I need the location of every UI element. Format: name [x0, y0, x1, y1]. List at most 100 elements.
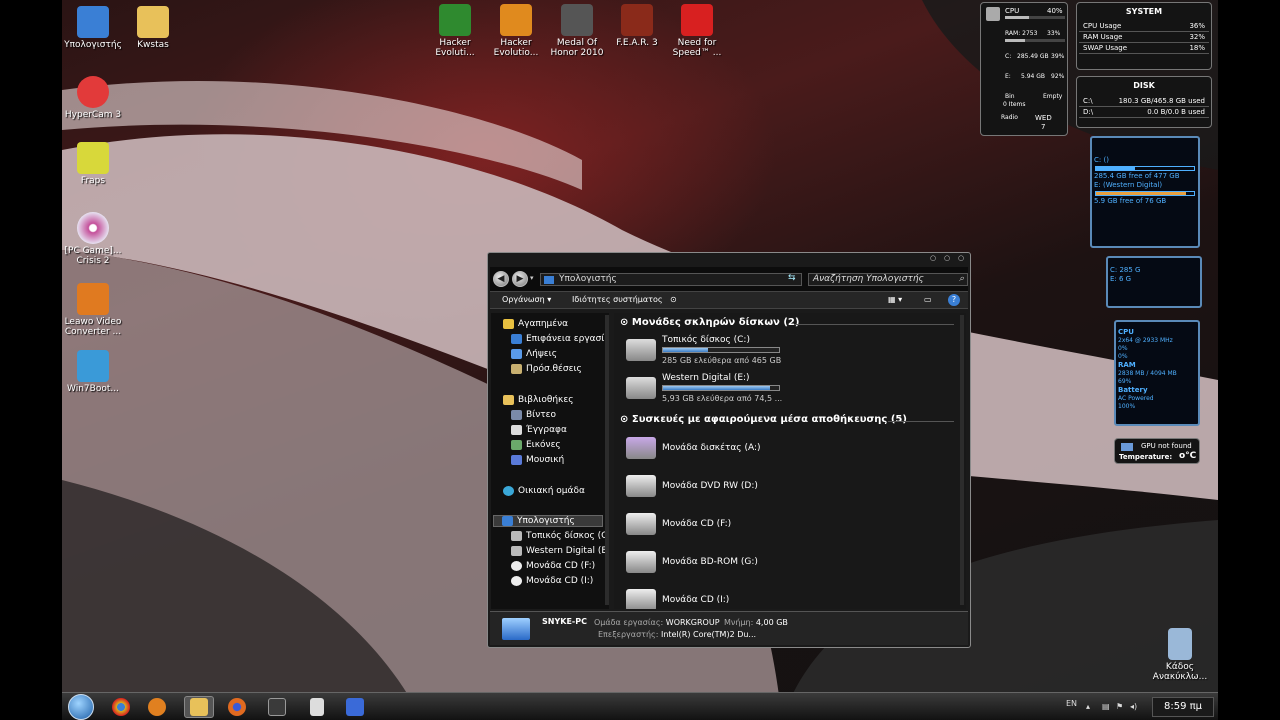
nav-scrollbar[interactable] [605, 315, 609, 605]
nav-documents[interactable]: Έγγραφα [511, 425, 567, 435]
dvd-drive-d[interactable]: Μονάδα DVD RW (D:) [626, 471, 826, 505]
drive-meter-gadget[interactable]: C: () 285.4 GB free of 477 GB E: (Wester… [1090, 136, 1200, 248]
taskbar-nfs[interactable] [262, 696, 292, 718]
content-pane: ⊙ Μονάδες σκληρών δίσκων (2) Τοπικός δίσ… [614, 313, 966, 609]
explorer-window[interactable]: ○ ○ ○ ◀ ▶ ▾ Υπολογιστής ⇆ Αναζήτηση Υπολ… [487, 252, 971, 648]
network-icon[interactable]: ▤ [1102, 702, 1110, 711]
taskbar-cs[interactable] [340, 696, 370, 718]
nav-cd-i[interactable]: Μονάδα CD (I:) [511, 576, 593, 586]
desktop-icon-computer[interactable]: Υπολογιστής [61, 6, 125, 50]
letterbox-left [0, 0, 62, 720]
drive-small-gadget[interactable]: C: 285 G E: 6 G [1106, 256, 1202, 308]
nav-libraries[interactable]: Βιβλιοθήκες [503, 395, 574, 405]
desktop-icon-kwstas[interactable]: Kwstas [121, 6, 185, 50]
view-options-icon[interactable]: ▦ ▾ [888, 295, 902, 304]
system-usage-gadget[interactable]: SYSTEM CPU Usage 36% RAM Usage 32% SWAP Us… [1076, 2, 1212, 70]
content-scrollbar[interactable] [960, 315, 964, 605]
desktop-icon-fear3[interactable]: F.E.A.R. 3 [605, 4, 669, 48]
organize-button[interactable]: Οργάνωση ▾ [502, 295, 551, 304]
taskbar-explorer[interactable] [184, 696, 214, 718]
search-input[interactable]: Αναζήτηση Υπολογιστής ⌕ [808, 273, 968, 286]
desktop-icon [511, 334, 522, 344]
bd-drive-g[interactable]: Μονάδα BD-ROM (G:) [626, 547, 826, 581]
star-icon [503, 319, 514, 329]
nav-local-disk[interactable]: Τοπικός δίσκος (C [511, 531, 607, 541]
minimize-button[interactable]: ○ [928, 254, 938, 262]
forward-button[interactable]: ▶ [512, 271, 528, 287]
address-input[interactable]: Υπολογιστής [540, 273, 802, 286]
drive-e-bar [1095, 191, 1195, 196]
nav-western-digital[interactable]: Western Digital (E [511, 546, 607, 556]
refresh-icon[interactable]: ⇆ [788, 273, 796, 283]
folder-icon [137, 6, 169, 38]
nav-desktop[interactable]: Επιφάνεια εργασί [511, 334, 604, 344]
flag-icon[interactable]: ⚑ [1116, 702, 1123, 711]
clock[interactable]: 8:59 πμ [1152, 697, 1214, 717]
taskbar-firefox[interactable] [222, 696, 252, 718]
drive-c[interactable]: Τοπικός δίσκος (C:) 285 GB ελεύθερα από … [626, 335, 826, 369]
history-dropdown-icon[interactable]: ▾ [530, 274, 534, 282]
sysmeter-gadget[interactable]: CPU 2x64 @ 2933 MHz 0% 0% RAM 2838 MB / … [1114, 320, 1200, 426]
taskbar: EN ▴ ▤ ⚑ ◂) 8:59 πμ [62, 692, 1218, 720]
system-monitor-gadget[interactable]: CPU 40% RAM: 2753 33% C: 285.49 GB 39% E… [980, 2, 1068, 136]
desktop-icon-win7boot[interactable]: Win7Boot... [61, 350, 125, 394]
start-button[interactable] [68, 694, 94, 720]
show-hidden-icons[interactable]: ▴ [1086, 702, 1090, 711]
computer-icon [77, 6, 109, 38]
gpu-temp-gadget[interactable]: GPU not found Temperature: o°C [1114, 438, 1200, 464]
taskbar-media-player[interactable] [142, 696, 172, 718]
drive-e[interactable]: Western Digital (E:) 5,93 GB ελεύθερα απ… [626, 373, 826, 407]
nav-videos[interactable]: Βίντεο [511, 410, 556, 420]
desktop-icon-medal-of-honor[interactable]: Medal Of Honor 2010 [545, 4, 609, 58]
nav-recent[interactable]: Πρόσ.θέσεις [511, 364, 582, 374]
taskbar-document[interactable] [302, 696, 332, 718]
cd-drive-f[interactable]: Μονάδα CD (F:) [626, 509, 826, 543]
document-icon [310, 698, 324, 716]
floppy-drive-a[interactable]: Μονάδα δισκέτας (A:) [626, 433, 826, 467]
hacker-evolution-2-icon [500, 4, 532, 36]
desktop-icon-fraps[interactable]: Fraps [61, 142, 125, 186]
nav-music[interactable]: Μουσική [511, 455, 564, 465]
nav-favorites[interactable]: Αγαπημένα [503, 319, 568, 329]
cd-drive-i[interactable]: Μονάδα CD (I:) [626, 585, 826, 609]
desktop-icon-hacker-evolution-2[interactable]: Hacker Evolutio... [484, 4, 548, 58]
navigation-pane: Αγαπημένα Επιφάνεια εργασί Λήψεις Πρόσ.θ… [491, 313, 609, 609]
nav-homegroup[interactable]: Οικιακή ομάδα [503, 486, 585, 496]
language-indicator[interactable]: EN [1066, 699, 1077, 708]
nav-pictures[interactable]: Εικόνες [511, 440, 561, 450]
cd-drive-icon [626, 513, 656, 535]
disk-d-row: D:\ 0.0 B/0.0 B used [1079, 107, 1209, 118]
desktop-icon-need-for-speed[interactable]: Need for Speed™ ... [665, 4, 729, 58]
group-divider [888, 421, 954, 422]
floppy-drive-icon [626, 437, 656, 459]
search-icon: ⌕ [958, 274, 964, 284]
nav-computer[interactable]: Υπολογιστής [493, 515, 603, 527]
nav-downloads[interactable]: Λήψεις [511, 349, 557, 359]
win7boot-icon [77, 350, 109, 382]
close-button[interactable]: ○ [956, 254, 966, 262]
desktop-icon-leawo[interactable]: Leawo Video Converter ... [61, 283, 125, 337]
back-button[interactable]: ◀ [493, 271, 509, 287]
disk-usage-gadget[interactable]: DISK C:\ 180.3 GB/465.8 GB used D:\ 0.0 B/… [1076, 76, 1212, 128]
desktop-icon-recycle-bin[interactable]: Κάδος Ανακύκλω... [1148, 628, 1212, 682]
hypercam-icon [77, 76, 109, 108]
volume-icon[interactable]: ◂) [1130, 702, 1137, 711]
chrome-icon [112, 698, 130, 716]
system-properties-button[interactable]: Ιδιότητες συστήματος [572, 295, 663, 304]
hard-drive-icon [511, 546, 522, 556]
hdd-group-header[interactable]: ⊙ Μονάδες σκληρών δίσκων (2) [620, 317, 799, 328]
more-commands-icon[interactable]: ⊙ [670, 295, 677, 304]
preview-pane-icon[interactable]: ▭ [924, 295, 932, 304]
desktop-icon-hacker-evolution[interactable]: Hacker Evoluti... [423, 4, 487, 58]
nav-cd-f[interactable]: Μονάδα CD (F:) [511, 561, 595, 571]
removable-group-header[interactable]: ⊙ Συσκευές με αφαιρούμενα μέσα αποθήκευσ… [620, 414, 907, 425]
maximize-button[interactable]: ○ [942, 254, 952, 262]
desktop-icon-crisis2[interactable]: [PC Game]... Crisis 2 [61, 212, 125, 266]
desktop-icon-hypercam[interactable]: HyperCam 3 [61, 76, 125, 120]
help-icon[interactable]: ? [948, 294, 960, 306]
drive-c-bar [1095, 166, 1195, 171]
cpu-meter [1005, 16, 1065, 19]
swap-usage-row: SWAP Usage 18% [1079, 43, 1209, 54]
taskbar-chrome[interactable] [106, 696, 136, 718]
drive-e-usage-bar [662, 385, 780, 391]
